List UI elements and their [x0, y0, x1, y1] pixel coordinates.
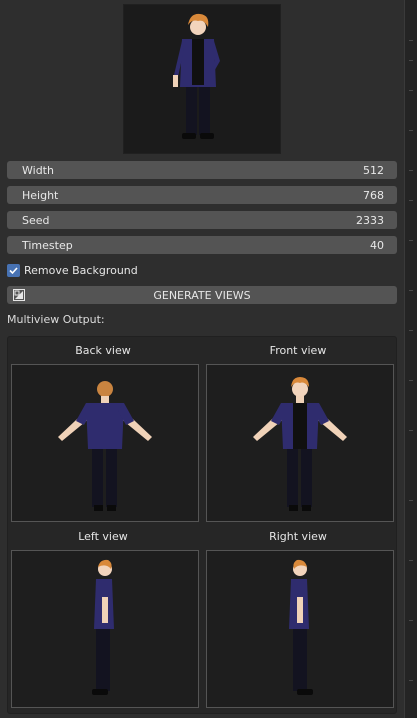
- height-label: Height: [22, 189, 59, 202]
- back-view-image: [11, 364, 199, 522]
- remove-background-checkbox[interactable]: [7, 264, 20, 277]
- height-field[interactable]: Height 768: [7, 186, 397, 204]
- left-view-image: [11, 550, 199, 708]
- left-view-title: Left view: [78, 530, 128, 543]
- remove-background-label: Remove Background: [24, 264, 138, 277]
- seed-label: Seed: [22, 214, 50, 227]
- timestep-label: Timestep: [22, 239, 73, 252]
- height-value: 768: [363, 189, 384, 202]
- back-view-title: Back view: [75, 344, 131, 357]
- front-view-image: [206, 364, 394, 522]
- input-image-preview: [123, 4, 281, 154]
- width-field[interactable]: Width 512: [7, 161, 397, 179]
- side-scroll-strip[interactable]: [404, 0, 417, 718]
- right-view-image: [206, 550, 394, 708]
- front-view-title: Front view: [269, 344, 327, 357]
- multiview-output-panel: Back view Front view Left view Right vie…: [7, 336, 397, 714]
- seed-field[interactable]: Seed 2333: [7, 211, 397, 229]
- width-label: Width: [22, 164, 54, 177]
- width-value: 512: [363, 164, 384, 177]
- generate-views-button[interactable]: GENERATE VIEWS: [7, 286, 397, 304]
- character-preview-image: [173, 13, 220, 139]
- generate-views-label: GENERATE VIEWS: [153, 289, 251, 302]
- multiview-output-label: Multiview Output:: [7, 313, 105, 326]
- timestep-value: 40: [370, 239, 384, 252]
- timestep-field[interactable]: Timestep 40: [7, 236, 397, 254]
- checkmark-icon: [9, 267, 18, 275]
- seed-value: 2333: [356, 214, 384, 227]
- right-view-title: Right view: [269, 530, 327, 543]
